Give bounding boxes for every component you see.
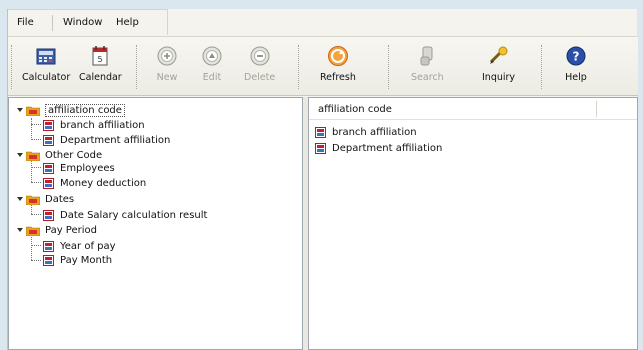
plus-circle-icon	[157, 46, 177, 66]
tree-item-label: Date Salary calculation result	[60, 209, 208, 221]
document-icon	[43, 240, 54, 252]
tree-connector	[31, 260, 41, 261]
tree-connector	[31, 124, 41, 125]
tree-connector	[31, 245, 41, 246]
toolbar: Calculator 5 Calendar New Edit Delete Re…	[8, 36, 638, 96]
list-pane[interactable]: affiliation code branch affiliation Depa…	[308, 97, 638, 350]
expand-arrow-icon[interactable]	[17, 228, 23, 232]
tree-connector	[31, 139, 41, 140]
tree-item-label: Department affiliation	[60, 134, 171, 146]
menu-help[interactable]: Help	[116, 17, 139, 28]
menu-file[interactable]: File	[17, 17, 34, 28]
folder-icon	[26, 226, 40, 236]
calendar-label: Calendar	[79, 72, 122, 83]
delete-button[interactable]: Delete	[244, 43, 275, 91]
tree-group-affiliation-code[interactable]: affiliation code	[17, 103, 125, 117]
help-button[interactable]: ? Help	[565, 43, 587, 91]
tree-item-branch-affiliation[interactable]: branch affiliation	[43, 118, 145, 132]
inquiry-button[interactable]: Inquiry	[482, 43, 515, 91]
tree-item-money-deduction[interactable]: Money deduction	[43, 176, 146, 190]
document-icon	[43, 162, 54, 174]
expand-arrow-icon[interactable]	[17, 108, 23, 112]
tree-connector	[31, 167, 41, 168]
folder-icon	[26, 106, 40, 116]
edit-label: Edit	[202, 72, 222, 83]
document-icon	[315, 142, 326, 154]
tree-item-year-of-pay[interactable]: Year of pay	[43, 239, 116, 253]
tree-connector	[31, 118, 32, 140]
document-icon	[315, 126, 326, 138]
edit-icon	[202, 46, 222, 66]
list-item-label: Department affiliation	[332, 142, 443, 154]
tree-item-label: Money deduction	[60, 177, 147, 189]
document-icon	[43, 119, 54, 131]
document-icon	[43, 254, 54, 266]
tree-group-pay-period[interactable]: Pay Period	[17, 223, 97, 237]
calculator-icon	[36, 48, 56, 65]
tree-connector	[31, 234, 32, 260]
tree-item-label: Year of pay	[60, 240, 116, 252]
refresh-icon	[327, 46, 348, 66]
help-label: Help	[565, 72, 587, 83]
expand-arrow-icon[interactable]	[17, 197, 23, 201]
inquiry-label: Inquiry	[482, 72, 516, 83]
folder-icon	[26, 151, 40, 161]
tree-item-employees[interactable]: Employees	[43, 161, 115, 175]
list-item[interactable]: Department affiliation	[315, 141, 442, 155]
list-item[interactable]: branch affiliation	[315, 125, 417, 139]
toolbar-grip	[11, 45, 13, 89]
column-header-label: affiliation code	[318, 104, 392, 115]
refresh-button[interactable]: Refresh	[320, 43, 356, 91]
tree-group-dates[interactable]: Dates	[17, 192, 74, 206]
list-column-header[interactable]: affiliation code	[309, 98, 637, 120]
toolbar-grip	[388, 45, 390, 89]
tree-group-label: affiliation code	[45, 103, 125, 117]
new-button[interactable]: New	[156, 43, 178, 91]
help-icon: ?	[566, 46, 586, 66]
toolbar-grip	[541, 45, 543, 89]
folder-icon	[26, 195, 40, 205]
column-divider[interactable]	[596, 101, 597, 117]
svg-text:5: 5	[98, 55, 103, 64]
tree-connector	[31, 214, 41, 215]
menu-separator	[52, 15, 53, 31]
new-label: New	[156, 72, 178, 83]
inquiry-icon	[489, 46, 508, 64]
tree-group-other-code[interactable]: Other Code	[17, 148, 102, 162]
tree-group-label: Pay Period	[45, 224, 97, 236]
delete-label: Delete	[244, 72, 276, 83]
document-icon	[43, 134, 54, 146]
refresh-label: Refresh	[320, 72, 356, 83]
document-icon	[43, 209, 54, 221]
tree-item-label: branch affiliation	[60, 119, 145, 131]
calendar-button[interactable]: 5 Calendar	[79, 43, 122, 91]
calendar-icon: 5	[92, 46, 108, 66]
tree-connector	[31, 182, 41, 183]
tree-connector	[31, 160, 32, 182]
minus-circle-icon	[250, 46, 270, 66]
application-window: File Window Help Calculator 5 Calendar N…	[7, 9, 638, 350]
document-icon	[43, 177, 54, 189]
list-item-label: branch affiliation	[332, 126, 417, 138]
search-binoculars-icon	[420, 46, 433, 66]
calculator-label: Calculator	[22, 72, 71, 83]
edit-button[interactable]: Edit	[201, 43, 223, 91]
search-button[interactable]: Search	[411, 43, 444, 91]
tree-item-pay-month[interactable]: Pay Month	[43, 253, 112, 267]
toolbar-grip	[136, 45, 138, 89]
tree-item-label: Employees	[60, 162, 115, 174]
menu-window[interactable]: Window	[63, 17, 102, 28]
tree-item-label: Pay Month	[60, 254, 113, 266]
tree-pane[interactable]: affiliation code branch affiliation Depa…	[8, 97, 303, 350]
menu-bar: File Window Help	[8, 9, 168, 35]
search-label: Search	[411, 72, 444, 83]
tree-item-department-affiliation[interactable]: Department affiliation	[43, 133, 170, 147]
svg-text:?: ?	[573, 50, 580, 64]
tree-group-label: Dates	[45, 193, 75, 205]
toolbar-grip	[298, 45, 300, 89]
calculator-button[interactable]: Calculator	[22, 43, 70, 91]
tree-item-date-salary-calculation-result[interactable]: Date Salary calculation result	[43, 208, 207, 222]
tree-group-label: Other Code	[45, 149, 103, 161]
expand-arrow-icon[interactable]	[17, 153, 23, 157]
